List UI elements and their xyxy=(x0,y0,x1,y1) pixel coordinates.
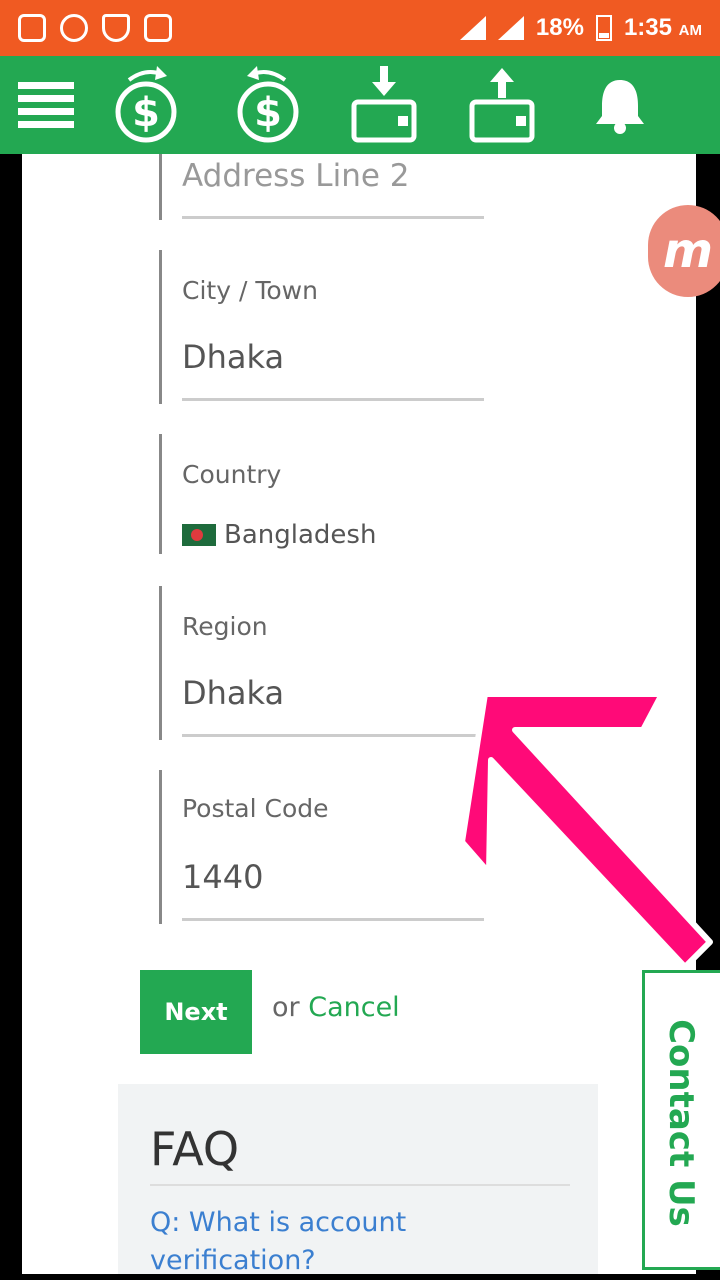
country-select[interactable]: Bangladesh xyxy=(182,520,376,550)
country-label: Country xyxy=(182,460,282,489)
deposit-icon xyxy=(351,66,417,143)
svg-text:$: $ xyxy=(254,90,282,136)
country-field: Country Bangladesh xyxy=(159,434,492,554)
signal-icon xyxy=(459,16,486,40)
cancel-link[interactable]: Cancel xyxy=(308,992,399,1023)
request-money-icon: $ xyxy=(237,66,299,143)
shield-icon xyxy=(102,14,130,42)
clock: 1:35 AM xyxy=(624,14,702,42)
withdraw-button[interactable] xyxy=(462,66,542,146)
deposit-button[interactable] xyxy=(344,66,424,146)
cancel-row: or Cancel xyxy=(272,992,400,1023)
field-underline xyxy=(182,734,484,737)
menu-icon xyxy=(18,82,74,128)
app-bar: $ $ xyxy=(0,56,720,154)
request-money-button[interactable]: $ xyxy=(228,66,308,146)
city-input[interactable]: Dhaka xyxy=(182,338,284,376)
city-label: City / Town xyxy=(182,276,318,305)
svg-text:$: $ xyxy=(132,90,160,136)
next-button[interactable]: Next xyxy=(140,970,252,1054)
image-icon xyxy=(144,14,172,42)
field-underline xyxy=(182,216,484,219)
address-line2-input[interactable]: Address Line 2 xyxy=(182,158,410,194)
contact-us-label: Contact Us xyxy=(661,1019,701,1227)
contact-us-tab[interactable]: Contact Us xyxy=(642,970,720,1270)
status-bar: 18% 1:35 AM xyxy=(0,0,720,56)
faq-panel: FAQ Q: What is account verification? xyxy=(118,1084,598,1274)
send-money-button[interactable]: $ xyxy=(106,66,186,146)
annotation-arrow-icon xyxy=(459,691,713,970)
region-label: Region xyxy=(182,612,268,641)
field-underline xyxy=(182,398,484,401)
sim-icon xyxy=(18,14,46,42)
notification-icons xyxy=(18,14,172,42)
chat-icon xyxy=(60,14,88,42)
battery-icon xyxy=(595,15,612,41)
bangladesh-flag-icon xyxy=(182,524,216,546)
region-field: Region Dhaka xyxy=(159,586,492,740)
address-line2-field: Address Line 2 xyxy=(159,154,492,220)
postal-code-input[interactable]: 1440 xyxy=(182,858,263,896)
region-input[interactable]: Dhaka xyxy=(182,674,284,712)
clock-ampm: AM xyxy=(678,22,702,39)
country-value: Bangladesh xyxy=(224,520,377,550)
clock-time: 1:35 xyxy=(623,14,672,41)
faq-divider xyxy=(150,1184,570,1186)
or-text: or xyxy=(272,992,300,1023)
menu-button[interactable] xyxy=(6,66,86,146)
status-indicators: 18% 1:35 AM xyxy=(459,14,702,42)
postal-code-field: Postal Code 1440 xyxy=(159,770,492,924)
bell-icon xyxy=(596,80,644,134)
city-field: City / Town Dhaka xyxy=(159,250,492,404)
withdraw-icon xyxy=(469,68,535,143)
send-money-icon: $ xyxy=(115,66,177,143)
field-underline xyxy=(182,918,484,921)
battery-percent: 18% xyxy=(535,14,584,41)
floating-m-badge[interactable]: m xyxy=(648,205,720,297)
signal-icon xyxy=(497,16,524,40)
faq-question-link[interactable]: Q: What is account verification? xyxy=(150,1204,570,1274)
notifications-button[interactable] xyxy=(580,66,660,146)
faq-title: FAQ xyxy=(150,1122,240,1176)
postal-code-label: Postal Code xyxy=(182,794,329,823)
